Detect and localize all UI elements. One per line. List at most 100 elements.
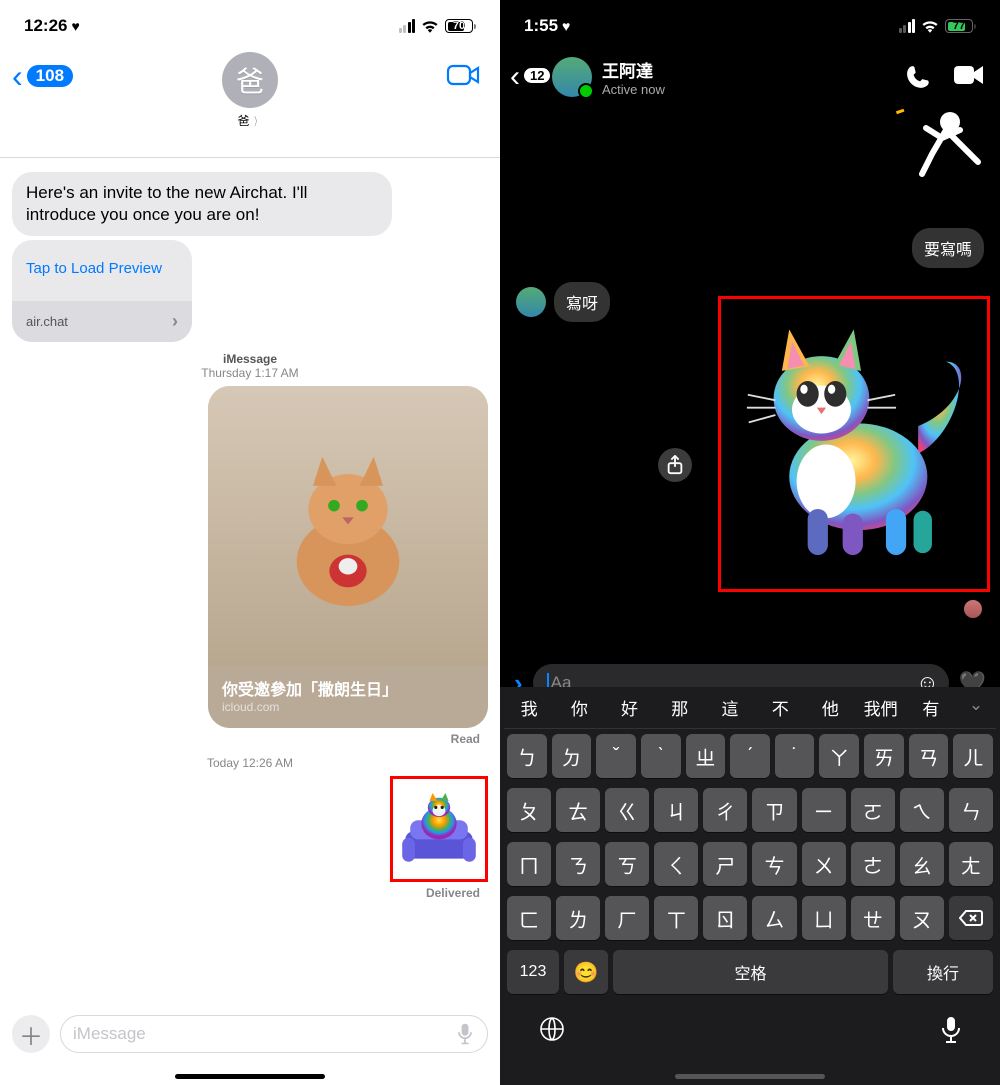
space-key[interactable]: 空格 <box>613 950 888 994</box>
active-status: Active now <box>602 82 665 97</box>
key[interactable]: ㄆ <box>507 788 551 832</box>
key[interactable]: ˊ <box>730 734 770 778</box>
cellular-icon <box>399 19 416 33</box>
link-domain: air.chat <box>26 314 68 329</box>
key[interactable]: ㄨ <box>802 842 846 886</box>
key[interactable]: ㄦ <box>953 734 993 778</box>
suggestion[interactable]: 我 <box>504 695 554 720</box>
numbers-key[interactable]: 123 <box>507 950 559 994</box>
key[interactable]: ㄤ <box>949 842 993 886</box>
key[interactable]: ㄡ <box>900 896 944 940</box>
key[interactable]: ㄌ <box>556 896 600 940</box>
suggestion[interactable]: 我們 <box>856 695 906 720</box>
suggestion[interactable]: 不 <box>755 695 805 720</box>
key[interactable]: ㄋ <box>556 842 600 886</box>
suggestion[interactable]: 這 <box>705 695 755 720</box>
key[interactable]: ㄑ <box>654 842 698 886</box>
facetime-button[interactable] <box>446 62 480 93</box>
add-button[interactable]: ＋ <box>12 1015 50 1053</box>
key[interactable]: ㄐ <box>654 788 698 832</box>
battery-icon: 70 <box>445 19 476 33</box>
key[interactable]: ㄘ <box>752 842 796 886</box>
suggestion[interactable]: 你 <box>554 695 604 720</box>
key[interactable]: ㄖ <box>703 896 747 940</box>
suggestion[interactable]: 有 <box>906 695 956 720</box>
contact-avatar[interactable]: 爸 <box>222 52 278 108</box>
input-placeholder: iMessage <box>73 1024 146 1044</box>
sent-sticker-highlighted[interactable] <box>718 296 990 592</box>
key[interactable]: ㄝ <box>851 896 895 940</box>
message-input[interactable]: iMessage <box>60 1015 488 1053</box>
key[interactable]: ㄇ <box>507 842 551 886</box>
sent-sticker-highlighted[interactable] <box>390 776 488 882</box>
key[interactable]: ㄔ <box>703 788 747 832</box>
key[interactable]: ㄉ <box>552 734 592 778</box>
chevron-right-icon: › <box>172 311 178 332</box>
key[interactable]: ㄧ <box>802 788 846 832</box>
conversation-header: ‹ 12 王阿達 Active now <box>500 46 1000 108</box>
link-preview[interactable]: Tap to Load Preview air.chat › <box>12 240 192 342</box>
dictate-key[interactable] <box>940 1015 962 1045</box>
globe-key[interactable] <box>538 1015 566 1043</box>
suggestion[interactable]: 他 <box>805 695 855 720</box>
back-button[interactable]: ‹ 12 <box>510 62 520 92</box>
key[interactable]: ㄠ <box>900 842 944 886</box>
sender-avatar[interactable] <box>516 287 546 317</box>
audio-call-button[interactable] <box>906 64 932 90</box>
home-indicator[interactable] <box>675 1074 825 1079</box>
contact-avatar[interactable] <box>552 57 592 97</box>
back-button[interactable]: ‹ 108 <box>12 60 73 92</box>
return-key[interactable]: 換行 <box>893 950 993 994</box>
previous-sticker[interactable] <box>886 104 986 184</box>
delivered-receipt: Delivered <box>12 882 488 900</box>
chevron-left-icon: ‹ <box>510 60 520 93</box>
emoji-key[interactable]: 😊 <box>564 950 608 994</box>
key[interactable]: ㄗ <box>752 788 796 832</box>
key[interactable]: ㄣ <box>949 788 993 832</box>
key[interactable]: ㄈ <box>507 896 551 940</box>
key[interactable]: ㄛ <box>851 788 895 832</box>
share-button[interactable] <box>658 448 692 482</box>
suggestion[interactable]: 好 <box>604 695 654 720</box>
key[interactable]: ㄩ <box>802 896 846 940</box>
key[interactable]: ㄟ <box>900 788 944 832</box>
link-preview-tap: Tap to Load Preview <box>12 240 192 301</box>
key[interactable]: ㄙ <box>752 896 796 940</box>
key[interactable]: ㄚ <box>819 734 859 778</box>
contact-info[interactable]: 王阿達 Active now <box>602 57 665 97</box>
contact-name[interactable]: 爸〉 <box>237 112 262 129</box>
key[interactable]: ㄍ <box>605 788 649 832</box>
suggestion-bar: 我 你 好 那 這 不 他 我們 有 ⌄ <box>504 693 996 729</box>
timestamp: iMessageThursday 1:17 AM <box>12 352 488 380</box>
key[interactable]: ㄓ <box>686 734 726 778</box>
key[interactable]: ㄎ <box>605 842 649 886</box>
key[interactable]: ˋ <box>641 734 681 778</box>
key[interactable]: ㄢ <box>909 734 949 778</box>
backspace-key[interactable] <box>949 896 993 940</box>
key-row-1: ㄅㄉˇˋㄓˊ˙ㄚㄞㄢㄦ <box>504 729 996 783</box>
key[interactable]: ㄒ <box>654 896 698 940</box>
video-call-button[interactable] <box>954 64 984 86</box>
key[interactable]: ㄞ <box>864 734 904 778</box>
compose-bar: ＋ iMessage <box>0 1007 500 1061</box>
key[interactable]: ㄕ <box>703 842 747 886</box>
battery-icon: 77 <box>945 19 976 33</box>
dictate-icon[interactable] <box>455 1022 475 1046</box>
outgoing-message[interactable]: 要寫嗎 <box>912 228 984 268</box>
photo-link-message[interactable]: 你受邀參加「撒朗生日」 icloud.com <box>208 386 488 728</box>
keyboard: 我 你 好 那 這 不 他 我們 有 ⌄ ㄅㄉˇˋㄓˊ˙ㄚㄞㄢㄦ ㄆㄊㄍㄐㄔㄗㄧ… <box>500 687 1000 1085</box>
key[interactable]: ˇ <box>596 734 636 778</box>
key[interactable]: ㄅ <box>507 734 547 778</box>
read-receipt: Read <box>12 728 488 746</box>
home-indicator[interactable] <box>175 1074 325 1079</box>
incoming-message[interactable]: 寫呀 <box>554 282 610 322</box>
key[interactable]: ㄏ <box>605 896 649 940</box>
key[interactable]: ˙ <box>775 734 815 778</box>
key[interactable]: ㄊ <box>556 788 600 832</box>
suggestion[interactable]: 那 <box>655 695 705 720</box>
heart-icon: ♥ <box>562 18 570 34</box>
expand-suggestions[interactable]: ⌄ <box>956 695 996 720</box>
contact-name: 王阿達 <box>602 57 665 82</box>
incoming-message[interactable]: Here's an invite to the new Airchat. I'l… <box>12 172 392 236</box>
key[interactable]: ㄜ <box>851 842 895 886</box>
